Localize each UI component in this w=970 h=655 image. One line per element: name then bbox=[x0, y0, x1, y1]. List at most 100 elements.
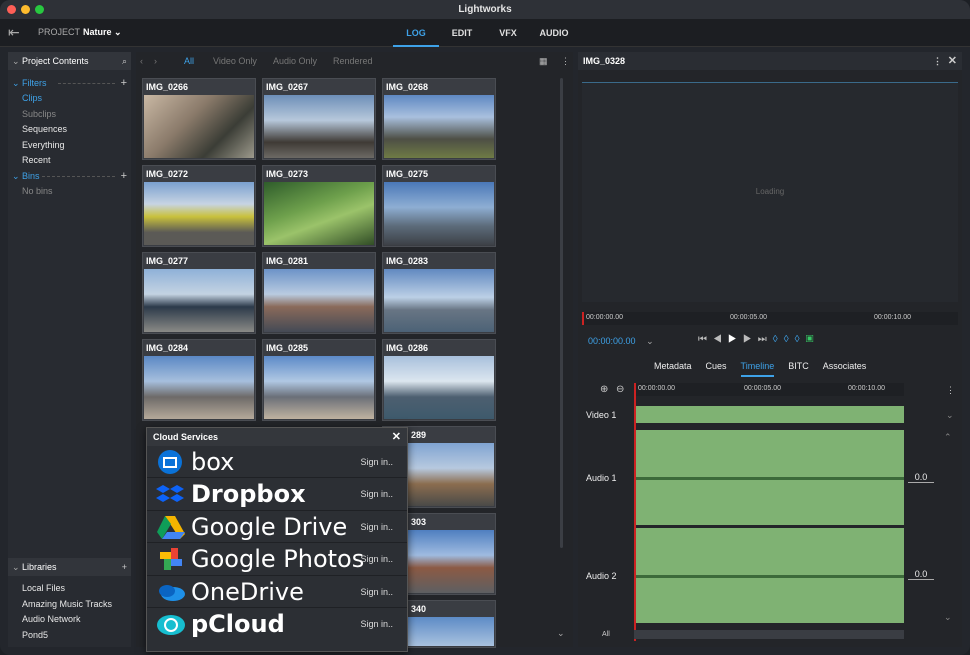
project-selector[interactable]: Nature ⌄ bbox=[83, 27, 122, 38]
forward-arrow-icon[interactable]: › bbox=[154, 56, 157, 66]
viewer-timeline-ruler[interactable]: 00:00:00.00 00:00:05.00 00:00:10.00 bbox=[582, 312, 958, 325]
filter-tab-audio-only[interactable]: Audio Only bbox=[273, 56, 317, 66]
step-forward-icon[interactable]: ▶ bbox=[743, 334, 758, 345]
tab-associates[interactable]: Associates bbox=[823, 361, 867, 377]
scrollbar-thumb[interactable] bbox=[560, 78, 563, 548]
tab-bitc[interactable]: BITC bbox=[788, 361, 809, 377]
add-filter-icon[interactable]: + bbox=[121, 76, 127, 91]
clip-tile[interactable]: IMG_0266 bbox=[142, 78, 256, 160]
cloud-service-row[interactable]: Dropbox Sign in.. bbox=[147, 478, 407, 511]
more-options-icon[interactable]: ⋮ bbox=[561, 56, 570, 67]
timeline-scrollbar[interactable] bbox=[634, 630, 904, 639]
cloud-service-row[interactable]: OneDrive Sign in.. bbox=[147, 576, 407, 608]
sign-in-link[interactable]: Sign in.. bbox=[360, 554, 393, 564]
cloud-service-row[interactable]: Google Photos Sign in.. bbox=[147, 543, 407, 576]
tab-timeline[interactable]: Timeline bbox=[740, 361, 775, 377]
zoom-in-icon[interactable]: ⊕ bbox=[600, 384, 608, 395]
tab-log[interactable]: LOG bbox=[393, 19, 439, 47]
library-item-local-files[interactable]: Local Files bbox=[8, 581, 131, 597]
bins-section[interactable]: ⌄ Bins + bbox=[8, 169, 131, 184]
library-item-pond5[interactable]: Pond5 bbox=[8, 628, 131, 644]
video-viewer[interactable]: Loading bbox=[582, 82, 958, 302]
clip-tile[interactable]: IMG_0283 bbox=[382, 252, 496, 334]
clip-tile[interactable]: IMG_0268 bbox=[382, 78, 496, 160]
clip-tile[interactable]: IMG_0275 bbox=[382, 165, 496, 247]
play-icon[interactable]: ▶ bbox=[728, 334, 743, 345]
sidebar-item-everything[interactable]: Everything bbox=[8, 138, 131, 154]
filter-tab-rendered[interactable]: Rendered bbox=[333, 56, 373, 66]
ruler-label: 00:00:05.00 bbox=[744, 385, 781, 392]
library-item-audio-network[interactable]: Audio Network bbox=[8, 612, 131, 628]
go-to-end-icon[interactable]: ⏭ bbox=[758, 334, 773, 345]
mark-out-icon[interactable]: ◊ bbox=[784, 334, 795, 345]
tab-vfx[interactable]: VFX bbox=[485, 19, 531, 47]
chevron-down-icon[interactable]: ⌄ bbox=[646, 336, 654, 346]
sign-in-link[interactable]: Sign in.. bbox=[360, 619, 393, 629]
bins-label: Bins bbox=[22, 170, 40, 181]
sidebar-item-sequences[interactable]: Sequences bbox=[8, 122, 131, 138]
minimize-window-button[interactable] bbox=[21, 5, 30, 14]
clip-tile[interactable]: IMG_0285 bbox=[262, 339, 376, 421]
add-bin-icon[interactable]: + bbox=[121, 169, 127, 184]
save-icon[interactable]: ▣ bbox=[806, 334, 820, 345]
close-icon[interactable]: ✕ bbox=[392, 428, 401, 446]
grid-view-icon[interactable]: ▦ bbox=[539, 56, 548, 67]
viewer-playhead[interactable] bbox=[582, 312, 584, 325]
tab-edit[interactable]: EDIT bbox=[439, 19, 485, 47]
back-arrow-icon[interactable]: ‹ bbox=[140, 56, 143, 66]
sidebar-item-clips[interactable]: Clips bbox=[8, 91, 131, 107]
scroll-up-icon[interactable]: ⌃ bbox=[944, 432, 952, 443]
browser-scrollbar[interactable]: ⌄ bbox=[557, 78, 565, 648]
more-options-icon[interactable]: ⋮ bbox=[933, 52, 942, 70]
add-library-icon[interactable]: + bbox=[122, 558, 127, 576]
sign-in-link[interactable]: Sign in.. bbox=[360, 522, 393, 532]
exit-project-icon[interactable]: ⇤ bbox=[8, 24, 24, 40]
more-options-icon[interactable]: ⋮ bbox=[946, 385, 955, 396]
audio2-track-clip[interactable] bbox=[634, 528, 904, 623]
filter-tab-all[interactable]: All bbox=[184, 56, 194, 66]
clip-tile[interactable]: IMG_0284 bbox=[142, 339, 256, 421]
sidebar-item-recent[interactable]: Recent bbox=[8, 153, 131, 169]
filter-tab-video-only[interactable]: Video Only bbox=[213, 56, 257, 66]
transport-controls: ⏮◀▶▶⏭◊◊◊▣ bbox=[698, 334, 820, 345]
clip-tile[interactable]: IMG_0286 bbox=[382, 339, 496, 421]
search-icon[interactable]: ⌕ bbox=[122, 52, 127, 70]
clip-tile[interactable]: IMG_0277 bbox=[142, 252, 256, 334]
mark-in-icon[interactable]: ◊ bbox=[773, 334, 784, 345]
chevron-down-icon[interactable]: ⌄ bbox=[946, 410, 954, 421]
timeline-playhead[interactable] bbox=[634, 383, 636, 641]
scroll-down-icon[interactable]: ⌄ bbox=[944, 612, 952, 623]
zoom-window-button[interactable] bbox=[35, 5, 44, 14]
tab-metadata[interactable]: Metadata bbox=[654, 361, 692, 377]
cloud-service-row[interactable]: pCloud Sign in.. bbox=[147, 608, 407, 640]
close-window-button[interactable] bbox=[7, 5, 16, 14]
step-back-icon[interactable]: ◀ bbox=[713, 334, 728, 345]
clear-marks-icon[interactable]: ◊ bbox=[795, 334, 806, 345]
zoom-out-icon[interactable]: ⊖ bbox=[616, 384, 624, 395]
sidebar-item-subclips[interactable]: Subclips bbox=[8, 107, 131, 123]
library-item-amazing-music[interactable]: Amazing Music Tracks bbox=[8, 597, 131, 613]
timecode-display[interactable]: 00:00:00.00 ⌄ bbox=[588, 336, 654, 347]
cloud-service-row[interactable]: Google Drive Sign in.. bbox=[147, 511, 407, 544]
tab-cues[interactable]: Cues bbox=[706, 361, 727, 377]
go-to-start-icon[interactable]: ⏮ bbox=[698, 334, 713, 345]
audio2-level[interactable]: 0.0 bbox=[908, 569, 934, 580]
sign-in-link[interactable]: Sign in.. bbox=[360, 489, 393, 499]
sign-in-link[interactable]: Sign in.. bbox=[360, 587, 393, 597]
tab-audio[interactable]: AUDIO bbox=[531, 19, 577, 47]
audio1-track-clip[interactable] bbox=[634, 430, 904, 525]
audio1-level[interactable]: 0.0 bbox=[908, 472, 934, 483]
clip-tile[interactable]: IMG_0281 bbox=[262, 252, 376, 334]
close-icon[interactable]: ✕ bbox=[948, 52, 957, 70]
scroll-down-icon[interactable]: ⌄ bbox=[557, 628, 565, 639]
cloud-service-row[interactable]: box Sign in.. bbox=[147, 446, 407, 479]
clip-tile[interactable]: IMG_0273 bbox=[262, 165, 376, 247]
timeline-ruler[interactable]: 00:00:00.00 00:00:05.00 00:00:10.00 bbox=[634, 383, 904, 396]
project-contents-header[interactable]: ⌄ Project Contents ⌕ bbox=[8, 52, 131, 70]
filters-section[interactable]: ⌄ Filters + bbox=[8, 76, 131, 91]
clip-tile[interactable]: IMG_0267 bbox=[262, 78, 376, 160]
video-track-clip[interactable] bbox=[634, 406, 904, 423]
clip-tile[interactable]: IMG_0272 bbox=[142, 165, 256, 247]
sign-in-link[interactable]: Sign in.. bbox=[360, 457, 393, 467]
libraries-header[interactable]: ⌄ Libraries + bbox=[8, 558, 131, 576]
